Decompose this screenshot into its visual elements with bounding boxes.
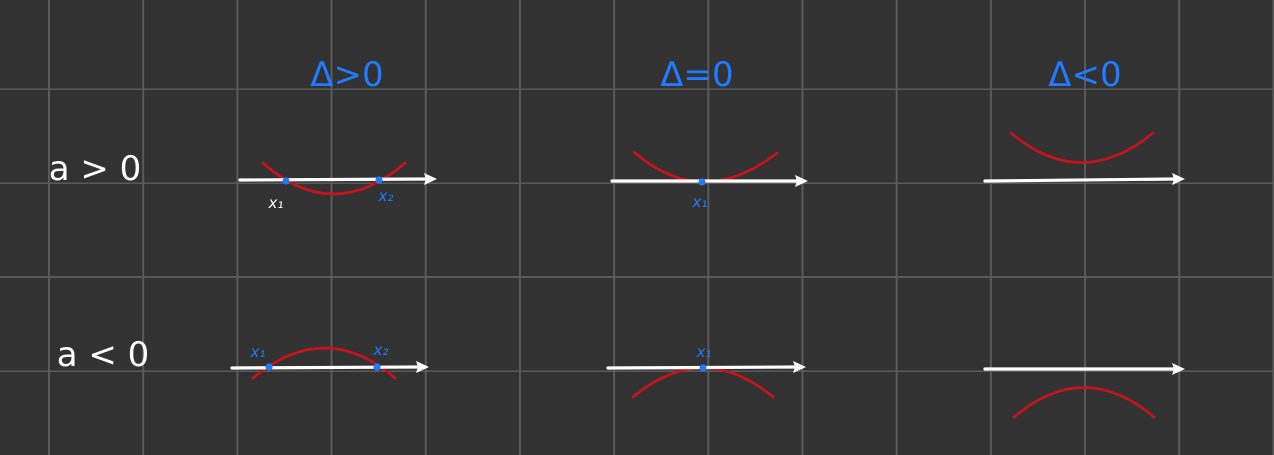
cell-a-negative-delta-zero: x₁ bbox=[606, 343, 806, 399]
root-label-double: x₁ bbox=[696, 343, 712, 361]
column-label-delta-negative: Δ<0 bbox=[1048, 55, 1121, 95]
root-label-double: x₁ bbox=[692, 193, 708, 211]
parabola-upward bbox=[632, 150, 779, 184]
root-label-1: x₁ bbox=[250, 343, 266, 361]
root-point-2 bbox=[375, 176, 383, 184]
root-point-2 bbox=[373, 363, 381, 371]
root-point-double bbox=[699, 364, 707, 372]
root-point-1 bbox=[282, 177, 290, 185]
column-label-delta-zero: Δ=0 bbox=[660, 55, 733, 95]
x-axis bbox=[238, 177, 430, 182]
cell-a-negative-delta-negative bbox=[983, 363, 1185, 419]
root-label-1: x₁ bbox=[268, 194, 284, 212]
cell-a-positive-delta-zero: x₁ bbox=[610, 150, 808, 211]
root-label-2: x₂ bbox=[373, 341, 389, 359]
x-axis bbox=[983, 177, 1178, 183]
cell-a-positive-delta-negative bbox=[983, 131, 1185, 185]
row-label-a-positive: a > 0 bbox=[49, 149, 142, 189]
sign-of-discriminant-diagram: Δ>0 Δ=0 Δ<0 a > 0 a < 0 x₁ x₂ x₁ x₁ x₂ x… bbox=[49, 55, 1185, 419]
root-point-double bbox=[698, 178, 706, 186]
cell-a-positive-delta-positive: x₁ x₂ bbox=[238, 161, 437, 212]
parabola-downward bbox=[631, 366, 775, 399]
x-axis bbox=[230, 365, 422, 370]
parabola-upward bbox=[1009, 131, 1155, 164]
cell-a-negative-delta-positive: x₁ x₂ bbox=[230, 341, 429, 380]
root-label-2: x₂ bbox=[378, 187, 394, 205]
row-label-a-negative: a < 0 bbox=[57, 335, 150, 375]
root-point-1 bbox=[265, 363, 273, 371]
parabola-downward bbox=[1012, 386, 1156, 419]
column-label-delta-positive: Δ>0 bbox=[310, 55, 383, 95]
